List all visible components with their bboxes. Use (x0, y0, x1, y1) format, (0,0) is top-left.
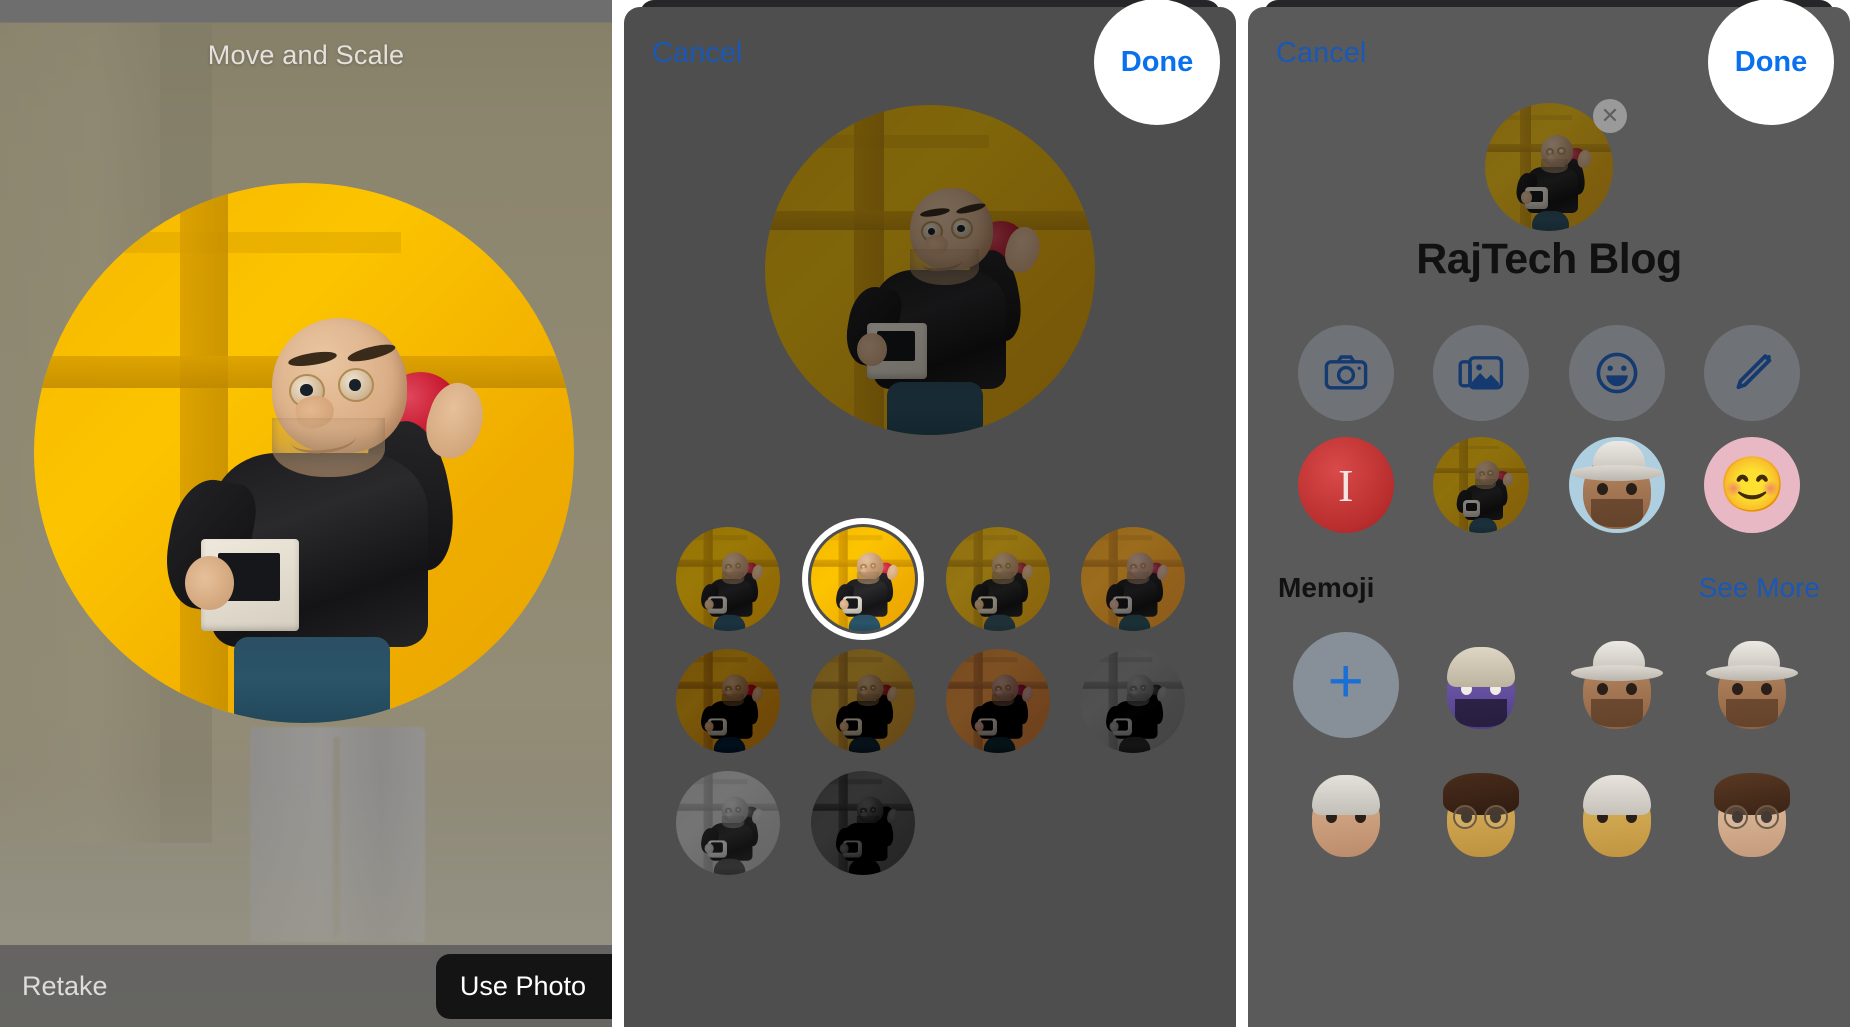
sheet-nav-bar: Cancel Done (624, 0, 1236, 125)
see-more-link[interactable]: See More (1699, 572, 1820, 604)
crop-circle-viewport[interactable] (34, 183, 574, 723)
filter-thumbnail[interactable] (1080, 527, 1185, 631)
emoji-avatar-option[interactable]: 😊 (1704, 437, 1801, 533)
cowboy-memoji-icon (1569, 437, 1665, 533)
plus-icon: + (1327, 647, 1364, 716)
photos-button[interactable] (1433, 325, 1530, 421)
done-button[interactable]: Done (1094, 0, 1220, 125)
screenshot-triptych: Move and Scale Retake Use Photo Cancel D… (0, 0, 1850, 1027)
memoji-grid: + (1248, 632, 1850, 866)
photos-icon (1458, 356, 1504, 390)
memoji-option[interactable] (1293, 760, 1399, 866)
filter-thumbnail-grid (624, 518, 1236, 875)
memoji-smiley-icon (1596, 352, 1638, 394)
remove-avatar-icon[interactable]: ✕ (1593, 99, 1627, 133)
suggested-avatar-row: I 😊 (1248, 437, 1850, 533)
cancel-button[interactable]: Cancel (1276, 37, 1366, 70)
avatar-action-row (1248, 325, 1850, 421)
memoji-option[interactable] (1428, 760, 1534, 866)
retake-button[interactable]: Retake (22, 971, 108, 1002)
memoji-option[interactable] (1699, 632, 1805, 738)
filter-thumbnail[interactable] (675, 649, 780, 753)
figurine-photo (34, 183, 574, 723)
filter-thumbnail[interactable] (810, 771, 915, 875)
memoji-option[interactable] (1564, 760, 1670, 866)
draw-button[interactable] (1704, 325, 1801, 421)
memoji-option[interactable] (1699, 760, 1805, 866)
crop-toolbar: Retake Use Photo (0, 945, 612, 1027)
sheet-nav-bar: Cancel Done (1248, 0, 1850, 125)
filter-thumbnail[interactable] (945, 649, 1050, 753)
monogram-avatar[interactable]: I (1297, 437, 1394, 533)
memoji-option[interactable] (1564, 632, 1670, 738)
figurine-photo-preview (765, 105, 1095, 435)
filter-thumbnail[interactable] (801, 518, 924, 640)
done-button-label: Done (1120, 45, 1194, 78)
filter-thumbnail[interactable] (675, 771, 780, 875)
camera-button[interactable] (1297, 325, 1394, 421)
filter-thumbnail[interactable] (1080, 649, 1185, 753)
panel-move-and-scale: Move and Scale Retake Use Photo (0, 0, 612, 1027)
filter-thumbnail[interactable] (810, 649, 915, 753)
memoji-button[interactable] (1568, 325, 1665, 421)
memoji-option[interactable] (1428, 632, 1534, 738)
filter-sheet: Cancel Done (624, 0, 1236, 1027)
monogram-letter: I (1338, 459, 1354, 511)
page-title: Move and Scale (207, 40, 405, 70)
panel-filter-picker: Cancel Done (624, 0, 1236, 1027)
done-button[interactable]: Done (1708, 0, 1834, 125)
memoji-avatar-option[interactable] (1568, 437, 1665, 533)
current-avatar[interactable]: ✕ (1485, 99, 1627, 231)
smiling-face-emoji: 😊 (1718, 454, 1786, 515)
add-memoji-button[interactable]: + (1292, 632, 1399, 738)
camera-icon (1324, 355, 1368, 390)
panel-edit-profile-picture: Cancel Done ✕ RajTech Blog I 😊 Memoji Se… (1248, 0, 1850, 1027)
filter-thumbnail[interactable] (945, 527, 1050, 631)
done-button-label: Done (1734, 45, 1808, 78)
cancel-button[interactable]: Cancel (652, 37, 742, 70)
profile-picture-sheet: Cancel Done ✕ RajTech Blog I 😊 Memoji Se… (1248, 0, 1850, 1027)
use-photo-button[interactable]: Use Photo (435, 953, 612, 1019)
memoji-section-header: Memoji See More (1278, 572, 1820, 604)
photo-avatar-option[interactable] (1433, 437, 1530, 533)
pencil-icon (1736, 354, 1772, 390)
profile-name: RajTech Blog (1416, 235, 1682, 283)
memoji-section-title: Memoji (1278, 572, 1375, 603)
filter-thumbnail[interactable] (675, 527, 780, 631)
filter-preview-circle[interactable] (765, 105, 1095, 435)
